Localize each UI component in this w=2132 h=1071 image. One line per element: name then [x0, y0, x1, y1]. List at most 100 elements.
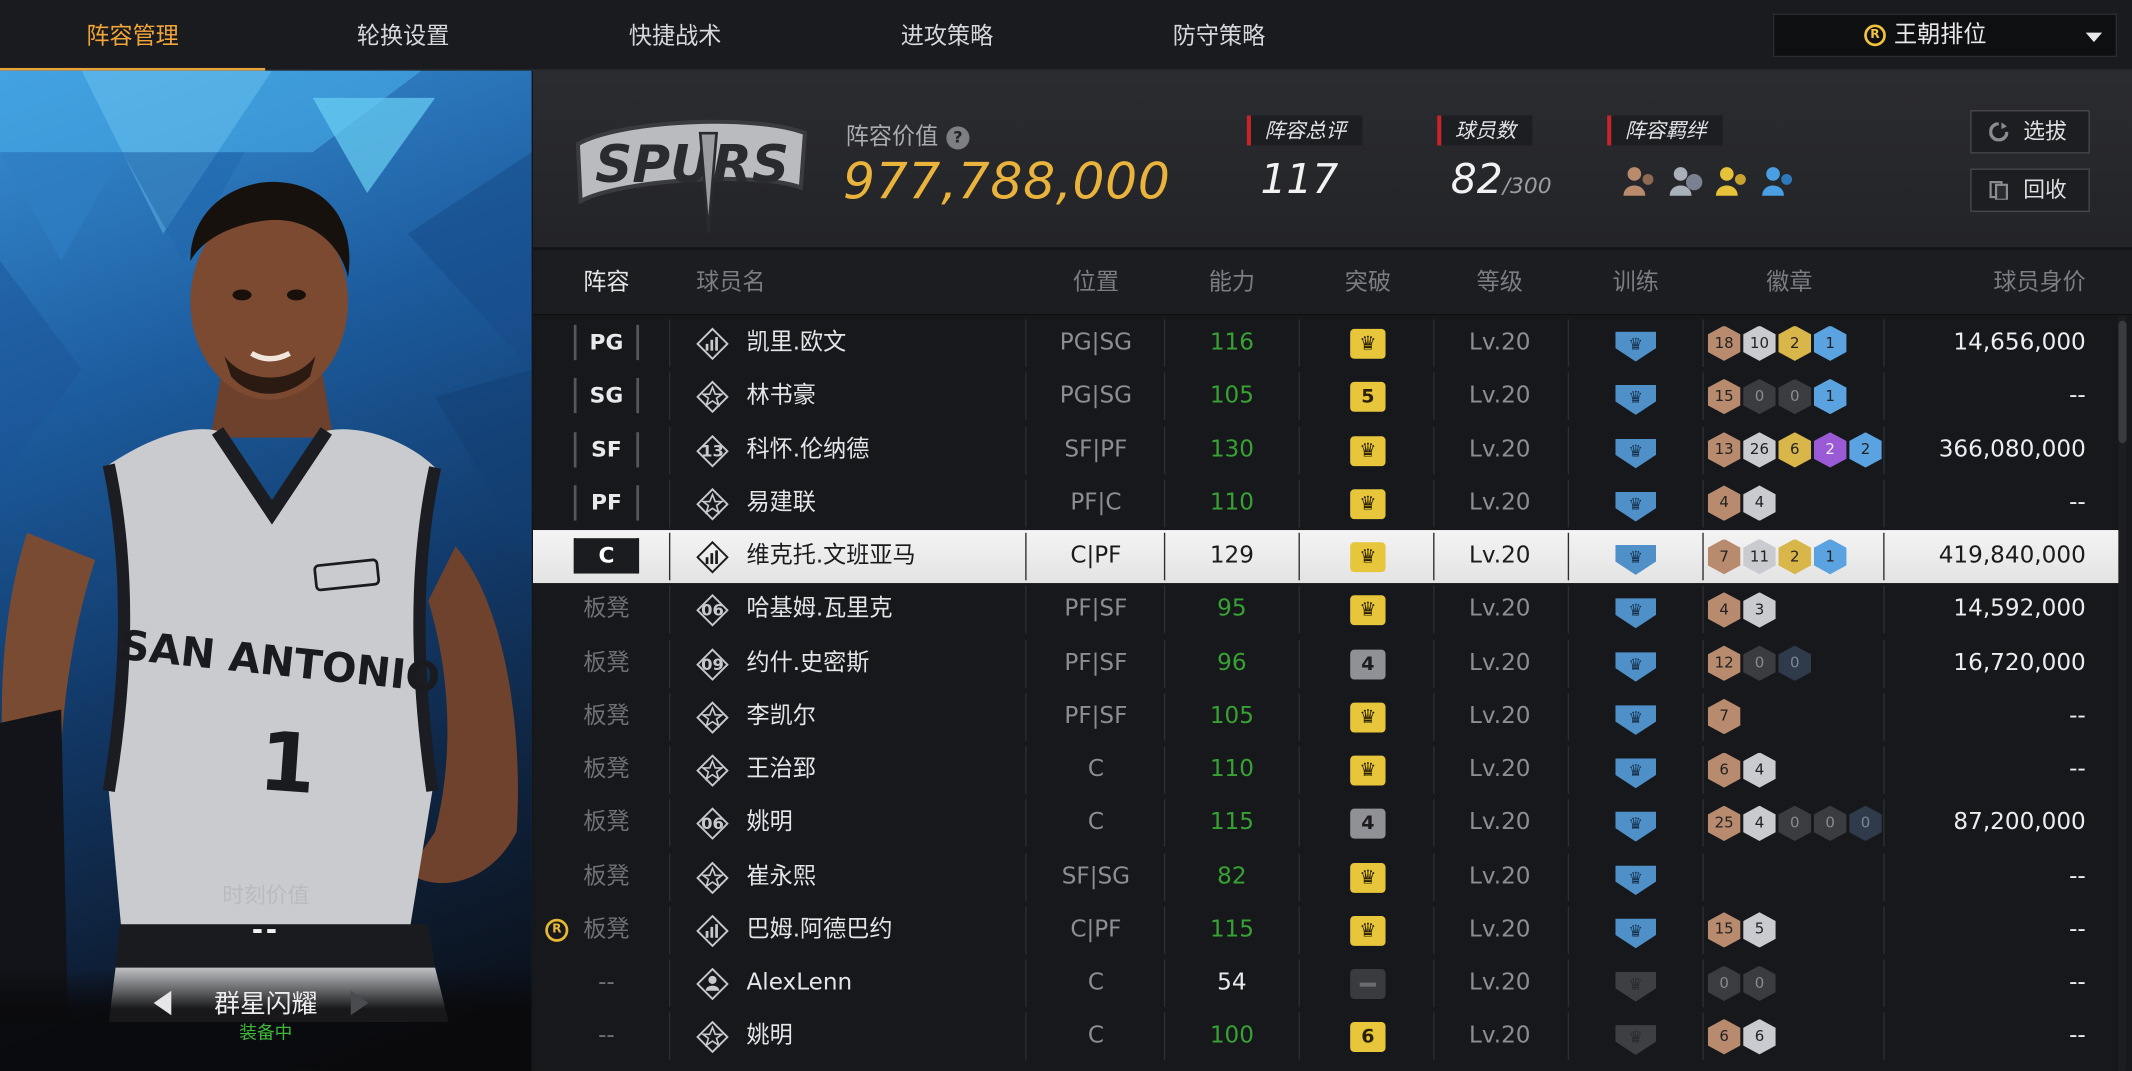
training-cell[interactable]: ♛	[1568, 370, 1704, 423]
lineup-slot-cell[interactable]: 板凳	[533, 743, 680, 796]
badge-list[interactable]: 15 5	[1707, 903, 1776, 956]
badge-list[interactable]: 7	[1707, 690, 1741, 743]
breakthrough-cell[interactable]	[1300, 690, 1436, 743]
badge-list[interactable]: 7 11 2 1	[1707, 530, 1847, 583]
tab-offense[interactable]: 进攻策略	[814, 0, 1079, 71]
training-cell[interactable]: ♛	[1568, 1010, 1704, 1063]
training-cell[interactable]: ♛	[1568, 850, 1704, 903]
breakthrough-cell[interactable]	[1300, 957, 1436, 1010]
player-name[interactable]: 易建联	[746, 477, 1032, 530]
player-name[interactable]: 维克托.文班亚马	[746, 530, 1032, 583]
breakthrough-cell[interactable]	[1300, 850, 1436, 903]
next-card-arrow-icon[interactable]	[350, 990, 369, 1016]
training-cell[interactable]: ♛	[1568, 797, 1704, 850]
table-row[interactable]: C 维克托.文班亚马 C|PF 129 Lv.20 ♛ 71121 419,840,000	[533, 530, 2119, 584]
table-row[interactable]: SG 林书豪 PG|SG 105 5 Lv.20 ♛ 15 0 0 1 --	[533, 370, 2118, 423]
player-name[interactable]: 姚明	[746, 1010, 1032, 1063]
badge-list[interactable]: 13 26 6 2 2	[1707, 423, 1882, 476]
badge-list[interactable]: 12 0 0	[1707, 637, 1812, 690]
training-cell[interactable]: ♛	[1568, 583, 1704, 636]
training-cell[interactable]: ♛	[1568, 903, 1704, 956]
breakthrough-cell[interactable]: 6	[1300, 1010, 1436, 1063]
table-row[interactable]: 板凳 06 哈基姆.瓦里克 PF|SF 95 Lv.20 ♛ 43 14,592,000	[533, 583, 2118, 636]
training-cell[interactable]: ♛	[1568, 530, 1704, 583]
player-name[interactable]: 巴姆.阿德巴约	[746, 903, 1032, 956]
lineup-slot-cell[interactable]: 板凳	[533, 690, 680, 743]
stat-bonds[interactable]: 阵容羁绊	[1607, 115, 1723, 146]
lineup-slot-cell[interactable]: PF	[533, 477, 680, 530]
badge-list[interactable]: 43	[1707, 583, 1776, 636]
badge-list[interactable]: 66	[1707, 1010, 1776, 1063]
tab-lineup[interactable]: 阵容管理	[0, 0, 266, 71]
training-cell[interactable]: ♛	[1568, 477, 1704, 530]
table-row[interactable]: PG 凯里.欧文 PG|SG 116 Lv.20 ♛ 181021 14,656,000	[533, 317, 2118, 370]
badge-list[interactable]: 15 0 0 1	[1707, 370, 1847, 423]
player-name[interactable]: 哈基姆.瓦里克	[746, 583, 1032, 636]
lineup-slot-cell[interactable]: --	[533, 957, 680, 1010]
player-name[interactable]: 王治郅	[746, 743, 1032, 796]
lineup-slot-cell[interactable]: SG	[533, 370, 680, 423]
training-cell[interactable]: ♛	[1568, 690, 1704, 743]
col-player-name[interactable]: 球员名	[696, 250, 772, 315]
table-row[interactable]: SF13科怀.伦纳德SF|PF130Lv.20♛1326622366,080,0…	[533, 423, 2118, 476]
breakthrough-cell[interactable]: 5	[1300, 370, 1436, 423]
breakthrough-cell[interactable]	[1300, 530, 1436, 583]
recycle-button[interactable]: 回收	[1970, 168, 2090, 213]
training-cell[interactable]: ♛	[1568, 637, 1704, 690]
col-badges[interactable]: 徽章	[1721, 250, 1857, 315]
breakthrough-cell[interactable]	[1300, 317, 1436, 370]
col-position[interactable]: 位置	[1028, 250, 1164, 315]
breakthrough-cell[interactable]: 4	[1300, 637, 1436, 690]
badge-list[interactable]: 00	[1707, 957, 1776, 1010]
lineup-slot-cell[interactable]: PG	[533, 317, 680, 370]
col-lineup[interactable]: 阵容	[533, 250, 680, 315]
table-row[interactable]: 板凳 李凯尔 PF|SF 105 Lv.20 ♛ 7 --	[533, 690, 2118, 743]
player-name[interactable]: 崔永熙	[746, 850, 1032, 903]
col-training[interactable]: 训练	[1568, 250, 1704, 315]
player-name[interactable]: 林书豪	[746, 370, 1032, 423]
bond-icons[interactable]	[1621, 160, 1811, 201]
breakthrough-cell[interactable]	[1300, 477, 1436, 530]
lineup-slot-cell[interactable]: 板凳	[533, 850, 680, 903]
table-row[interactable]: 板凳 R 巴姆.阿德巴约 C|PF 115 Lv.20 ♛ 155 --	[533, 903, 2118, 956]
player-name[interactable]: 姚明	[746, 797, 1032, 850]
mode-dropdown[interactable]: R 王朝排位	[1773, 13, 2118, 58]
breakthrough-cell[interactable]	[1300, 423, 1436, 476]
player-name[interactable]: 科怀.伦纳德	[746, 423, 1032, 476]
table-row[interactable]: -- AlexLenn C 54 Lv.20 ♛ 0 0 --	[533, 957, 2118, 1010]
breakthrough-cell[interactable]	[1300, 583, 1436, 636]
col-ability[interactable]: 能力	[1164, 250, 1300, 315]
training-cell[interactable]: ♛	[1568, 743, 1704, 796]
training-cell[interactable]: ♛	[1568, 957, 1704, 1010]
table-scroll-thumb[interactable]	[2118, 320, 2127, 444]
player-name[interactable]: AlexLenn	[746, 957, 1032, 1010]
player-name[interactable]: 李凯尔	[746, 690, 1032, 743]
training-cell[interactable]: ♛	[1568, 423, 1704, 476]
col-breakthrough[interactable]: 突破	[1300, 250, 1436, 315]
lineup-slot-cell[interactable]: 板凳	[533, 583, 680, 636]
help-icon[interactable]: ?	[946, 126, 970, 150]
player-name[interactable]: 约什.史密斯	[746, 637, 1032, 690]
lineup-slot-cell[interactable]: 板凳	[533, 797, 680, 850]
breakthrough-cell[interactable]	[1300, 903, 1436, 956]
breakthrough-cell[interactable]	[1300, 743, 1436, 796]
badge-list[interactable]: 44	[1707, 477, 1776, 530]
tab-quick-tactics[interactable]: 快捷战术	[543, 0, 808, 71]
tab-rotation[interactable]: 轮换设置	[271, 0, 536, 71]
badge-list[interactable]: 25 4 0 0 0	[1707, 797, 1882, 850]
col-level[interactable]: 等级	[1432, 250, 1568, 315]
player-name[interactable]: 凯里.欧文	[746, 317, 1032, 370]
table-row[interactable]: 板凳 09 约什.史密斯 PF|SF 96 4 Lv.20 ♛ 12 0 0 16,720,000	[533, 637, 2118, 690]
badge-list[interactable]: 18 10 2 1	[1707, 317, 1847, 370]
player-card[interactable]: SAN ANTONIO 1 时刻价值 -- 群星闪耀 装备中	[0, 70, 532, 1071]
table-row[interactable]: 板凳 06 姚明 C 115 4 Lv.20 ♛ 25 4 0 0 0 87,200,000	[533, 797, 2118, 850]
breakthrough-cell[interactable]: 4	[1300, 797, 1436, 850]
draft-button[interactable]: 选拔	[1970, 110, 2090, 154]
lineup-slot-cell[interactable]: SF	[533, 423, 680, 476]
col-player-value[interactable]: 球员身价	[1893, 250, 2085, 315]
lineup-slot-cell[interactable]: 板凳	[533, 637, 680, 690]
tab-defense[interactable]: 防守策略	[1086, 0, 1351, 71]
lineup-slot-cell[interactable]: --	[533, 1010, 680, 1063]
lineup-slot-cell[interactable]: C	[533, 530, 680, 583]
table-row[interactable]: 板凳 崔永熙 SF|SG 82 Lv.20 ♛ --	[533, 850, 2118, 903]
